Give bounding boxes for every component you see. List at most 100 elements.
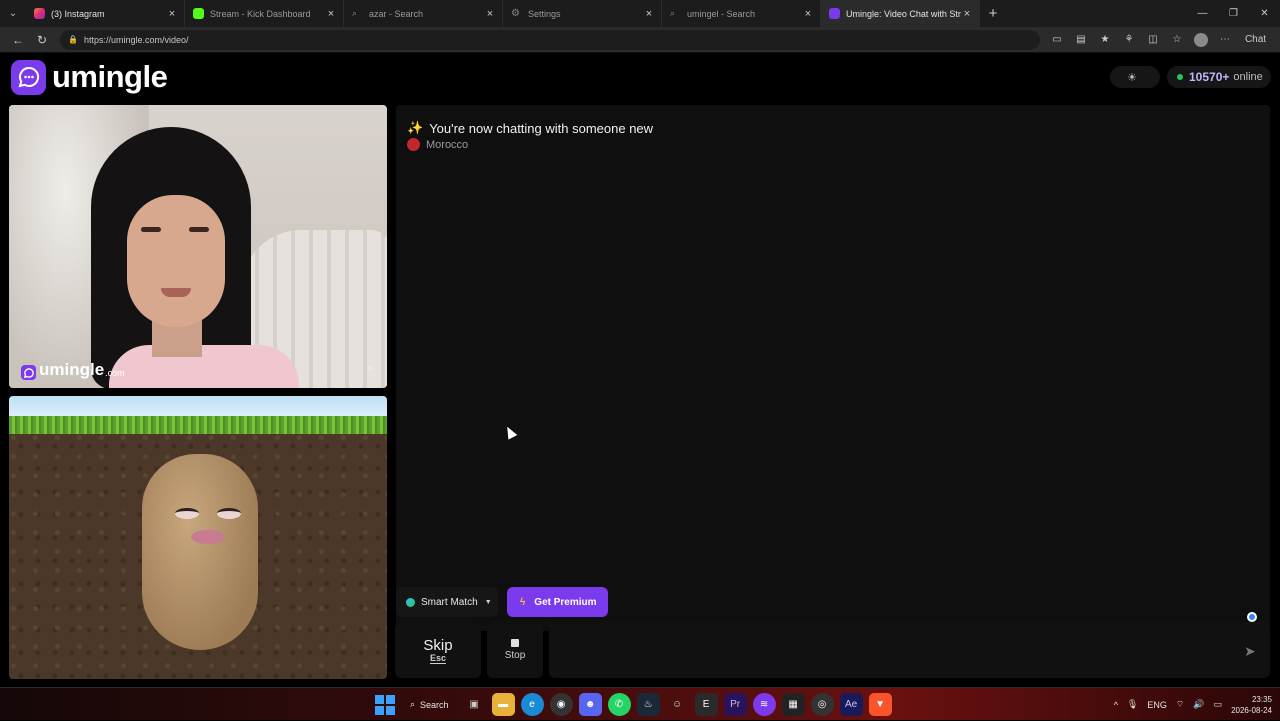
online-count: 10570+ [1189, 70, 1230, 84]
more-icon[interactable]: ⋯ [1216, 31, 1234, 49]
reader-icon[interactable]: ▤ [1072, 31, 1090, 49]
video-watermark: umingle .com [21, 360, 125, 380]
chevron-up-icon[interactable]: ^ [1114, 700, 1118, 710]
close-icon[interactable]: × [643, 8, 655, 20]
potato-filter [142, 454, 258, 650]
online-counter: 10570+ online [1167, 66, 1271, 88]
chat-panel: ✨ You're now chatting with someone new M… [396, 105, 1270, 631]
taskbar-search[interactable]: ⌕ Search [402, 694, 457, 716]
stranger-country: Morocco [407, 138, 468, 151]
url-text: https://umingle.com/video/ [83, 34, 189, 45]
task-view-icon[interactable]: ▣ [463, 693, 486, 716]
lightning-icon: ϟ [520, 596, 526, 608]
whatsapp-icon[interactable]: ✆ [607, 693, 631, 716]
kick-icon [193, 8, 204, 19]
video-grass [9, 416, 387, 434]
morocco-flag-icon [407, 138, 420, 151]
match-mode-label: Smart Match [421, 596, 478, 608]
video-person-eye [141, 227, 161, 232]
tab-umingle[interactable]: Umingle: Video Chat with Stra × [821, 0, 980, 27]
search-icon: ⌕ [410, 699, 416, 709]
theme-toggle[interactable]: ☀ [1110, 66, 1160, 88]
back-button[interactable]: ← [6, 28, 30, 52]
tab-settings[interactable]: ⚙ Settings × [503, 0, 662, 27]
window-close-button[interactable]: ✕ [1249, 0, 1280, 27]
camera-icon[interactable]: ▭ [1048, 31, 1066, 49]
avatar [1194, 32, 1208, 47]
extensions-icon[interactable]: ⚘ [1120, 31, 1138, 49]
close-icon[interactable]: × [961, 8, 973, 20]
spotify-icon[interactable]: ≋ [752, 693, 776, 716]
file-explorer-icon[interactable]: ▬ [491, 693, 515, 716]
clock-date: 2026-08-24 [1231, 705, 1272, 715]
tab-search-menu[interactable]: ⌄ [0, 0, 26, 27]
obs-icon[interactable]: ◉ [549, 693, 573, 716]
brave-icon[interactable]: ▼ [868, 693, 892, 716]
tab-instagram[interactable]: (3) Instagram × [26, 0, 185, 27]
restore-button[interactable]: ❐ [1218, 0, 1249, 27]
new-tab-button[interactable]: + [980, 0, 1006, 27]
minimize-button[interactable]: — [1187, 0, 1218, 27]
search-icon: ⌕ [670, 8, 676, 18]
close-icon[interactable]: × [325, 8, 337, 20]
send-icon[interactable]: ➤ [1244, 643, 1256, 660]
language-indicator[interactable]: ENG [1147, 700, 1167, 710]
tab-label: Umingle: Video Chat with Stra [846, 8, 961, 19]
split-screen-icon[interactable]: ◫ [1144, 31, 1162, 49]
media-app-icon[interactable]: ◎ [810, 693, 834, 716]
chat-status-text: You're now chatting with someone new [429, 120, 654, 136]
volume-icon[interactable]: 🔊 [1193, 699, 1204, 710]
star-icon[interactable]: ★ [1096, 31, 1114, 49]
capture-app-icon[interactable]: ▦ [781, 693, 805, 716]
epic-games-icon[interactable]: E [694, 693, 718, 716]
favorites-icon[interactable]: ☆ [1168, 31, 1186, 49]
microphone-icon[interactable]: 🎙 [1127, 699, 1138, 710]
battery-icon[interactable]: ▭ [1214, 699, 1223, 710]
copilot-label: Chat [1244, 34, 1267, 45]
steam-icon[interactable]: ♨ [636, 693, 660, 716]
reload-button[interactable]: ↻ [30, 28, 54, 52]
close-icon[interactable]: × [802, 8, 814, 20]
potato-mouth [191, 530, 225, 544]
chat-bubble-icon [11, 59, 46, 95]
close-icon[interactable]: × [484, 8, 496, 20]
chat-status-message: ✨ You're now chatting with someone new [407, 120, 653, 136]
start-button[interactable] [374, 694, 396, 716]
country-name: Morocco [426, 138, 469, 151]
profile-avatar[interactable] [1192, 31, 1210, 49]
clock[interactable]: 23:35 2026-08-24 [1231, 694, 1272, 716]
smart-match-dropdown[interactable]: Smart Match ▼ [396, 587, 498, 617]
chat-bubble-icon [21, 365, 36, 380]
video-person-mouth [161, 288, 191, 297]
premiere-pro-icon[interactable]: Pr [723, 693, 747, 716]
copilot-button[interactable]: Chat [1244, 31, 1267, 49]
after-effects-icon[interactable]: Ae [839, 693, 863, 716]
lock-icon: 🔒 [68, 35, 78, 44]
site-logo[interactable]: umingle [11, 59, 168, 95]
report-flag-icon[interactable]: ⚑ [366, 365, 378, 377]
browser-toolbar: ← ↻ 🔒 https://umingle.com/video/ ▭ ▤ ★ ⚘… [0, 27, 1280, 53]
skip-shortcut: Esc [429, 652, 446, 664]
potato-eye [217, 508, 241, 519]
online-status-dot [1177, 74, 1183, 80]
tab-umingel-search[interactable]: ⌕ umingel - Search × [662, 0, 821, 27]
wifi-icon[interactable]: ⌔ [1176, 699, 1184, 710]
watermark-text: umingle [39, 360, 105, 379]
tab-kick-dashboard[interactable]: Stream - Kick Dashboard × [185, 0, 344, 27]
connection-status-dot [1247, 612, 1257, 622]
system-tray: ^ 🎙 ENG ⌔ 🔊 ▭ 23:35 2026-08-24 [1114, 688, 1272, 721]
discord-icon[interactable]: ☻ [578, 693, 602, 716]
tab-azar-search[interactable]: ⌕ azar - Search × [344, 0, 503, 27]
skip-button[interactable]: Skip Esc [395, 622, 481, 678]
close-icon[interactable]: × [166, 8, 178, 20]
edge-icon[interactable]: e [520, 693, 544, 716]
taskbar: ⌕ Search ▣ ▬ e ◉ ☻ ✆ ♨ ☺ E Pr ≋ ▦ ◎ Ae ▼… [0, 687, 1280, 720]
stop-button[interactable]: Stop [487, 622, 543, 678]
ai-assistant-icon[interactable]: ☺ [666, 693, 689, 716]
gear-icon: ⚙ [511, 8, 520, 19]
tab-label: azar - Search [369, 8, 424, 19]
get-premium-button[interactable]: ϟ Get Premium [507, 587, 608, 617]
video-person-face [127, 195, 225, 327]
address-bar[interactable]: 🔒 https://umingle.com/video/ [60, 29, 1040, 50]
message-input[interactable] [549, 622, 1270, 678]
